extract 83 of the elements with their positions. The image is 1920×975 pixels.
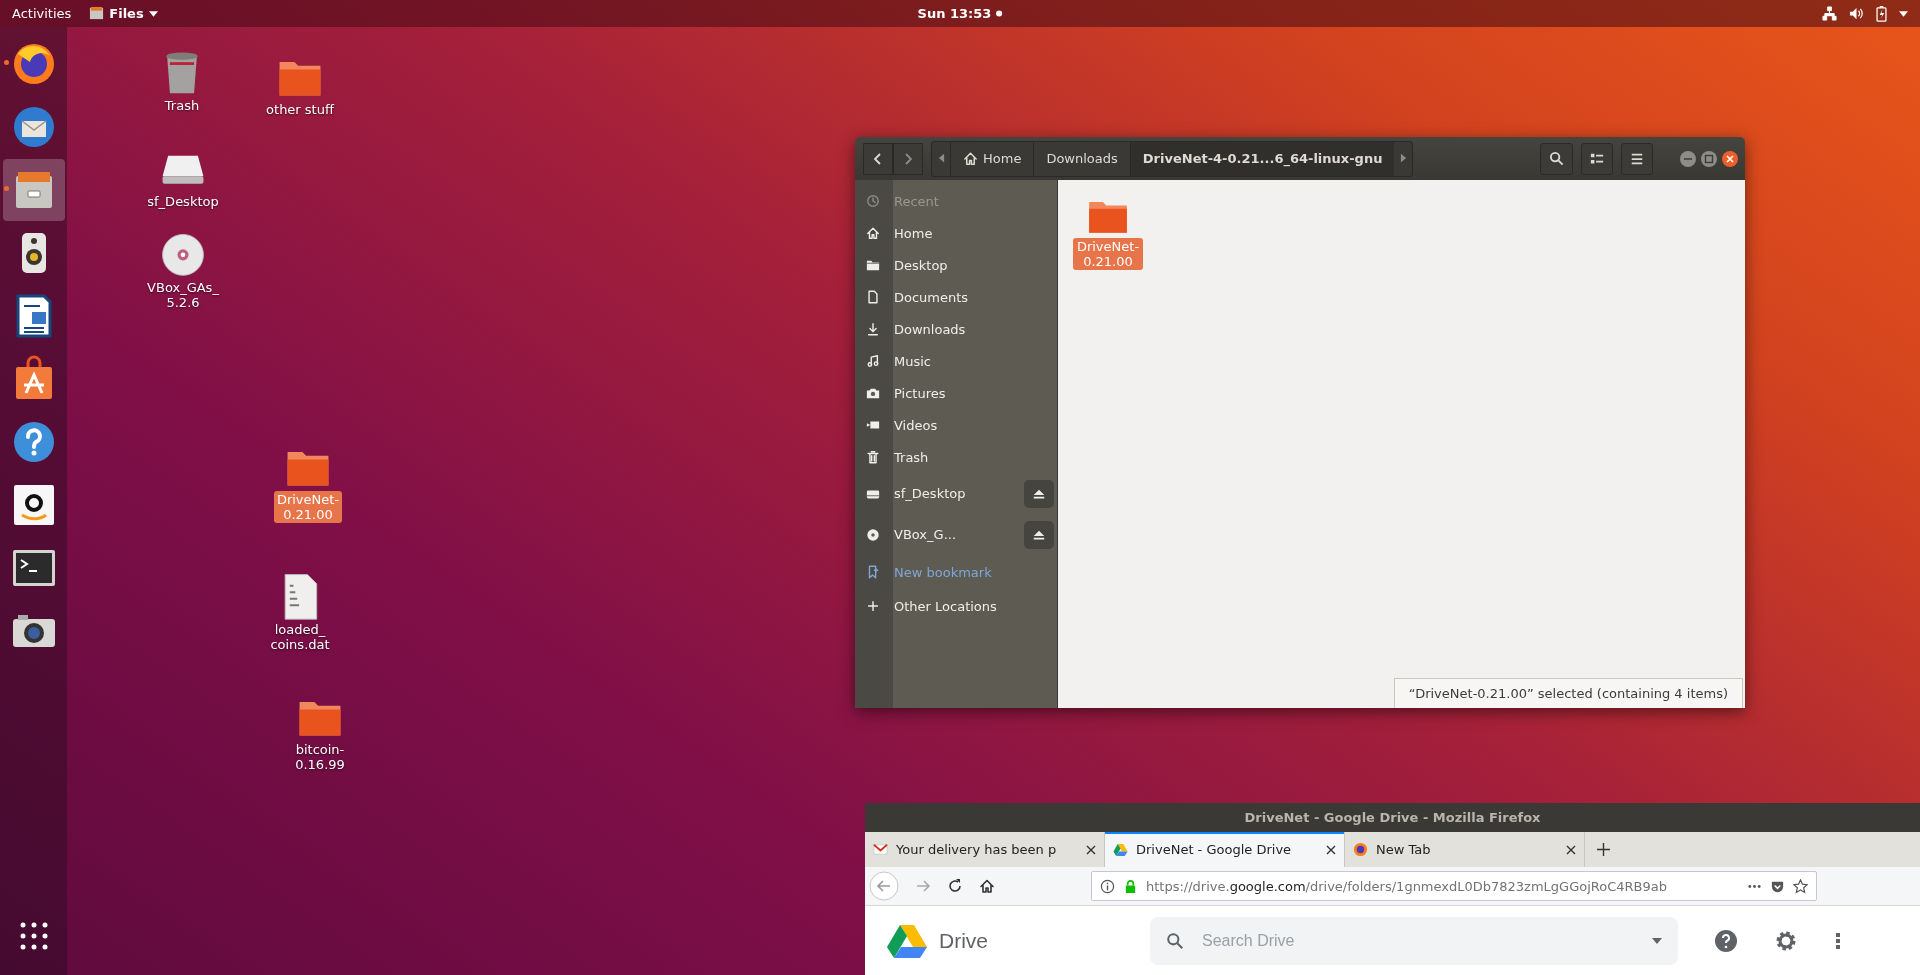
list-view-icon: [1590, 151, 1604, 166]
favicon-icon: [873, 842, 888, 857]
home-icon: [866, 226, 880, 240]
sidebar-item[interactable]: sf_Desktop: [855, 473, 1057, 514]
desktop-icon-label[interactable]: VBox_GAs_ 5.2.6: [144, 279, 222, 311]
sidebar-item[interactable]: Pictures: [855, 377, 1057, 409]
desktop-icon-label[interactable]: other stuff: [263, 101, 337, 118]
disc-icon: [866, 527, 880, 542]
help-icon[interactable]: [1714, 928, 1738, 953]
reload-button[interactable]: [947, 878, 963, 894]
bookmark-icon: [866, 565, 880, 579]
close-tab-icon[interactable]: [1566, 844, 1576, 855]
search-icon: [1166, 931, 1184, 950]
eject-button[interactable]: [1024, 520, 1054, 549]
activities-button[interactable]: Activities: [0, 6, 84, 21]
favicon-icon: [1113, 842, 1128, 857]
desktop-icon-label[interactable]: sf_Desktop: [144, 193, 222, 210]
browser-tab[interactable]: DriveNet - Google Drive: [1105, 832, 1345, 867]
star-icon[interactable]: [1793, 878, 1808, 894]
plus-icon: [866, 599, 880, 613]
menu-button[interactable]: [1621, 142, 1653, 175]
close-tab-icon[interactable]: [1326, 844, 1336, 855]
chevron-left-icon: [872, 152, 884, 165]
app-grid-icon[interactable]: [18, 921, 49, 951]
desktop-icon-label[interactable]: Trash: [161, 97, 203, 114]
download-icon: [866, 322, 880, 336]
search-button[interactable]: [1540, 142, 1573, 175]
chevron-right-icon: [902, 152, 914, 165]
trash-icon: [866, 450, 880, 464]
caret-icon[interactable]: [1899, 10, 1908, 17]
home-icon: [963, 151, 978, 166]
battery-icon[interactable]: [1876, 5, 1887, 22]
search-field[interactable]: Search Drive: [1200, 930, 1636, 951]
home-button[interactable]: [979, 878, 995, 894]
sidebar-item[interactable]: Desktop: [855, 249, 1057, 281]
folder-icon: [866, 258, 880, 272]
address-bar[interactable]: https://drive.google.com/drive/folders/1gnmexdL0Db7823zmLgGGojRoC4RB9ab: [1091, 871, 1817, 901]
sidebar-item[interactable]: Home: [855, 217, 1057, 249]
status-bubble: “DriveNet-0.21.00” selected (containing 4 items): [1393, 678, 1743, 708]
sidebar-item[interactable]: VBox_G...: [855, 514, 1057, 555]
app-name: Drive: [939, 928, 988, 953]
caret-icon: [148, 10, 158, 17]
search-icon: [1549, 151, 1564, 166]
triangle-right-icon: [1399, 152, 1407, 163]
volume-icon[interactable]: [1849, 6, 1864, 21]
forward-button[interactable]: [893, 142, 923, 175]
drive-logo-icon: [887, 923, 927, 958]
triangle-left-icon: [937, 152, 945, 163]
file-cabinet-icon: [89, 6, 105, 21]
maximize-button[interactable]: [1700, 149, 1718, 168]
minimize-button[interactable]: [1679, 149, 1697, 168]
close-button[interactable]: [1721, 149, 1739, 168]
url-text: https://drive.google.com/drive/folders/1gnmexdL0Db7823zmLgGGojRoC4RB9ab: [1146, 878, 1668, 894]
desktop-icon-label[interactable]: bitcoin- 0.16.99: [292, 741, 348, 773]
info-icon: [1100, 878, 1115, 894]
sidebar-item[interactable]: Trash: [855, 441, 1057, 473]
favicon-icon: [1353, 842, 1368, 857]
music-icon: [866, 354, 880, 368]
network-icon[interactable]: [1822, 6, 1837, 21]
close-tab-icon[interactable]: [1086, 844, 1096, 855]
sidebar-item[interactable]: Music: [855, 345, 1057, 377]
app-menu[interactable]: Files: [83, 6, 164, 21]
camera-icon: [866, 386, 880, 400]
path-segment[interactable]: Downloads: [1033, 141, 1130, 176]
path-segment[interactable]: Home: [950, 141, 1034, 176]
new-tab-icon[interactable]: [1597, 843, 1610, 856]
sidebar-item[interactable]: Downloads: [855, 313, 1057, 345]
view-toggle-button[interactable]: [1581, 142, 1613, 175]
eject-button[interactable]: [1024, 479, 1054, 508]
back-button[interactable]: [863, 142, 893, 175]
window-title: DriveNet - Google Drive - Mozilla Firefox: [865, 803, 1920, 832]
desktop-icon-label[interactable]: loaded_ coins.dat: [267, 621, 333, 653]
clock[interactable]: Sun 13:53: [917, 6, 992, 21]
document-icon: [866, 290, 880, 304]
sidebar-item[interactable]: Documents: [855, 281, 1057, 313]
lock-icon: [1123, 878, 1138, 894]
sidebar-item[interactable]: Other Locations: [855, 589, 1057, 623]
clock-icon: [866, 194, 880, 208]
dropdown-caret-icon[interactable]: [1652, 937, 1662, 944]
sidebar-item[interactable]: Videos: [855, 409, 1057, 441]
search-bar[interactable]: Search Drive: [1150, 916, 1678, 965]
menu-icon: [1630, 151, 1644, 166]
path-segment[interactable]: DriveNet-4-0.21...6_64-linux-gnu: [1129, 141, 1395, 176]
